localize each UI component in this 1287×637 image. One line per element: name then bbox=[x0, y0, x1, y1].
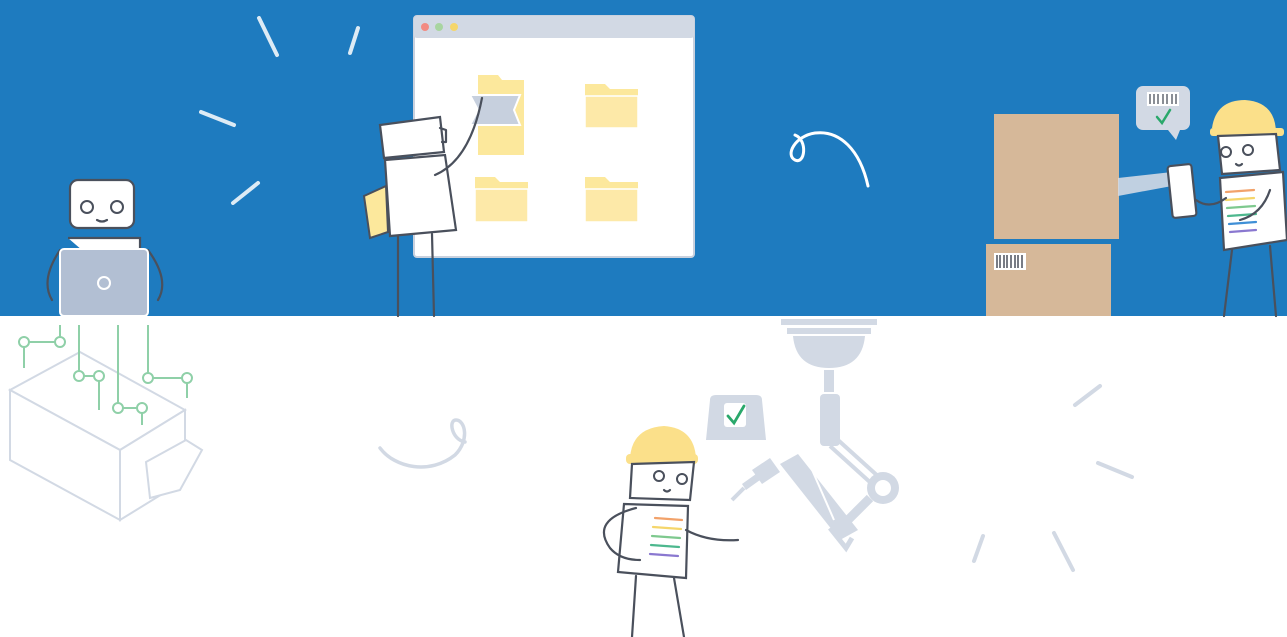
maximize-dot-icon bbox=[450, 23, 458, 31]
hard-hat bbox=[630, 426, 696, 458]
scanner-beam bbox=[1118, 172, 1172, 196]
swirl-bottom bbox=[378, 418, 467, 469]
circuit-board-chip bbox=[7, 325, 204, 522]
box-stack bbox=[986, 114, 1119, 316]
scan-bubble bbox=[1136, 86, 1190, 140]
illustration-scene bbox=[0, 0, 1287, 637]
robot-at-laptop bbox=[46, 178, 164, 317]
close-dot-icon bbox=[421, 23, 429, 31]
sparkle-lines-bottom-right bbox=[972, 384, 1134, 572]
barcode-icon bbox=[994, 253, 1026, 270]
robot-scanning-boxes bbox=[1166, 100, 1287, 318]
folder-icon-4 bbox=[584, 177, 639, 223]
robot-inspector-with-checklist bbox=[602, 426, 740, 637]
swirl-top bbox=[789, 131, 870, 188]
illustration-art bbox=[7, 15, 1287, 637]
handheld-scanner bbox=[1166, 163, 1198, 219]
folder-icon-3 bbox=[474, 177, 529, 223]
browser-window bbox=[413, 15, 695, 258]
sparkle-lines-top-left bbox=[199, 16, 360, 205]
check-bubble bbox=[706, 395, 766, 440]
minimize-dot-icon bbox=[435, 23, 443, 31]
laptop bbox=[59, 248, 149, 317]
folder-icon-2 bbox=[584, 84, 639, 129]
box-top bbox=[994, 114, 1119, 239]
